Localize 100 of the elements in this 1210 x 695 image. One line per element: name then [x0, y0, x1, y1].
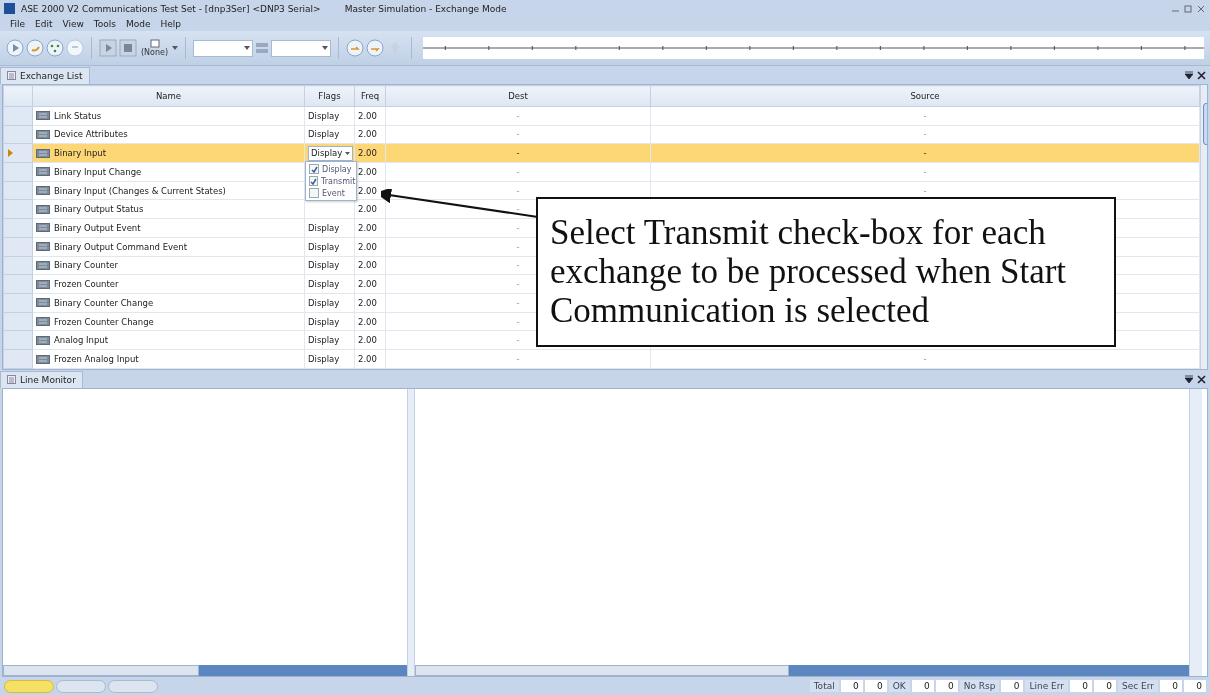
counter-value: 0 — [1094, 680, 1116, 692]
flags-value: Display — [308, 354, 340, 365]
dest-value: - — [516, 297, 520, 308]
column-header[interactable]: Freq — [354, 85, 386, 107]
exchange-name[interactable]: Frozen Counter — [54, 279, 119, 290]
counter-value: 0 — [864, 680, 887, 692]
exchange-icon — [36, 129, 50, 139]
horizontal-scrollbar[interactable] — [415, 665, 1189, 676]
combo-box[interactable] — [193, 39, 254, 57]
column-header[interactable]: Flags — [304, 85, 355, 107]
checkbox[interactable] — [309, 164, 319, 174]
crescent-icon[interactable] — [26, 39, 44, 57]
exchange-name[interactable]: Link Status — [54, 110, 102, 121]
counter-value: 0 — [1184, 680, 1206, 692]
frequency-value: 2.00 — [358, 222, 377, 233]
counter-label: Line Err — [1025, 680, 1068, 692]
combo-box[interactable] — [271, 39, 332, 57]
exchange-icon — [36, 111, 50, 121]
restore-icon[interactable] — [1183, 3, 1193, 14]
menu-item[interactable]: Tools — [93, 19, 117, 29]
flag-option[interactable]: Transmit — [306, 176, 356, 186]
flags-dropdown[interactable]: Display — [308, 145, 354, 161]
frequency-value: 2.00 — [358, 335, 377, 346]
frequency-value: 2.00 — [358, 297, 377, 308]
exchange-name[interactable]: Binary Counter — [54, 260, 118, 271]
exchange-icon — [36, 260, 50, 270]
menu-item[interactable]: Help — [160, 19, 182, 29]
exchange-icon — [36, 148, 50, 158]
column-header[interactable]: Source — [650, 85, 1200, 107]
exchange-name[interactable]: Binary Input — [54, 148, 107, 159]
checkbox[interactable] — [309, 188, 319, 198]
exchange-icon — [36, 242, 50, 252]
exchange-icon — [36, 335, 50, 345]
callout-note: Select Transmit check-box for each exchange to be processed when Start Communication is selected — [536, 197, 1116, 347]
panel-tab[interactable]: Line Monitor — [0, 370, 83, 388]
exchange-name[interactable]: Binary Output Event — [54, 222, 141, 233]
vertical-scrollbar[interactable] — [1189, 389, 1202, 676]
menu-item[interactable]: File — [10, 19, 26, 29]
receive-icon[interactable] — [366, 39, 385, 57]
play-icon[interactable] — [6, 39, 24, 57]
flags-value: Display — [308, 110, 340, 121]
exchange-icon — [36, 223, 50, 233]
dots-icon[interactable] — [46, 39, 64, 57]
exchange-name[interactable]: Binary Input Change — [54, 166, 142, 177]
column-header[interactable]: Dest — [385, 85, 651, 107]
stop-icon[interactable] — [119, 39, 137, 57]
exchange-name[interactable]: Analog Input — [54, 335, 109, 346]
checkbox[interactable] — [309, 176, 318, 186]
dest-value: - — [516, 204, 520, 215]
filter-button[interactable]: (None) — [139, 39, 171, 57]
flags-value: Display — [308, 335, 340, 346]
counter-value: 0 — [840, 680, 863, 692]
caret-icon — [345, 151, 351, 155]
counter-value: 0 — [1001, 680, 1024, 692]
exchange-name[interactable]: Device Attributes — [54, 129, 128, 140]
source-value: - — [923, 166, 927, 177]
view-tab[interactable] — [56, 679, 106, 693]
caret-icon — [322, 46, 329, 50]
send-icon[interactable] — [346, 39, 365, 57]
flags-value: Display — [308, 241, 340, 252]
counter-label: OK — [888, 680, 910, 692]
close-icon[interactable] — [1197, 70, 1206, 80]
menu-item[interactable]: Mode — [126, 19, 151, 29]
exchange-name[interactable]: Frozen Analog Input — [54, 354, 139, 365]
frame-icon — [149, 39, 160, 48]
frequency-value: 2.00 — [358, 241, 377, 252]
run-icon[interactable] — [99, 39, 117, 57]
menu-item[interactable]: Edit — [35, 19, 53, 29]
counter-value: 0 — [1160, 680, 1182, 692]
pin-icon[interactable] — [1185, 70, 1193, 80]
dest-value: - — [516, 241, 520, 252]
caret-icon — [244, 46, 251, 50]
menu-item[interactable]: View — [62, 19, 84, 29]
frequency-value: 2.00 — [358, 279, 377, 290]
exchange-icon — [36, 167, 50, 177]
close-icon[interactable] — [1197, 374, 1206, 384]
exchange-icon — [36, 186, 50, 196]
dest-value: - — [516, 129, 520, 140]
panel-tab[interactable]: Exchange List — [0, 66, 90, 84]
exchange-icon — [36, 279, 50, 289]
caret-icon — [172, 46, 179, 50]
vertical-scrollbar[interactable] — [1200, 85, 1207, 369]
frequency-value: 2.00 — [358, 129, 377, 140]
exchange-name[interactable]: Binary Output Status — [54, 204, 144, 215]
dest-value: - — [516, 148, 520, 159]
pin-icon[interactable] — [1185, 374, 1193, 384]
view-tab[interactable] — [4, 679, 54, 693]
frequency-value: 2.00 — [358, 316, 377, 327]
column-header[interactable]: Name — [32, 85, 305, 107]
view-tab[interactable] — [108, 679, 158, 693]
exchange-icon — [36, 298, 50, 308]
frequency-value: 2.00 — [358, 260, 377, 271]
flags-value: Display — [308, 222, 340, 233]
mode-label: Master Simulation - Exchange Mode — [344, 3, 507, 14]
source-value: - — [923, 129, 927, 140]
frequency-value: 2.00 — [358, 110, 377, 121]
list-icon — [7, 375, 16, 384]
counter-label: Sec Err — [1118, 680, 1158, 692]
pane-splitter[interactable] — [407, 389, 415, 676]
horizontal-scrollbar[interactable] — [3, 665, 407, 676]
